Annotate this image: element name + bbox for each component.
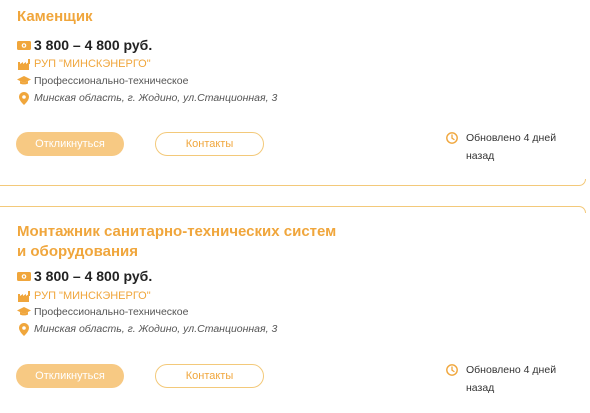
respond-button[interactable]: Откликнуться [16, 132, 124, 156]
education-row: Профессионально-техническое [17, 74, 188, 88]
clock-icon [445, 363, 459, 377]
updated-info: Обновлено 4 дней назад [445, 129, 566, 165]
education-text: Профессионально-техническое [34, 306, 189, 318]
vacancy-card: Монтажник санитарно-технических систем и… [0, 206, 590, 413]
respond-button[interactable]: Откликнуться [16, 364, 124, 388]
education-row: Профессионально-техническое [17, 305, 188, 319]
money-icon [17, 38, 31, 52]
updated-info: Обновлено 4 дней назад [445, 361, 566, 397]
card-border [0, 206, 586, 213]
vacancy-title-link[interactable]: Монтажник санитарно-технических систем и… [17, 222, 337, 262]
factory-icon [17, 57, 31, 71]
company-row: РУП "МИНСКЭНЕРГО" [17, 57, 151, 71]
address-text: Минская область, г. Жодино, ул.Станционн… [34, 92, 278, 104]
salary-text: 3 800 – 4 800 руб. [34, 37, 153, 53]
map-pin-icon [17, 91, 31, 105]
company-link[interactable]: РУП "МИНСКЭНЕРГО" [34, 58, 151, 70]
salary-row: 3 800 – 4 800 руб. [17, 268, 152, 284]
money-icon [17, 269, 31, 283]
address-row: Минская область, г. Жодино, ул.Станционн… [17, 91, 277, 105]
updated-text: Обновлено 4 дней назад [466, 364, 557, 394]
clock-icon [445, 131, 459, 145]
address-row: Минская область, г. Жодино, ул.Станционн… [17, 322, 277, 336]
company-row: РУП "МИНСКЭНЕРГО" [17, 289, 151, 303]
address-text: Минская область, г. Жодино, ул.Станционн… [34, 323, 278, 335]
education-text: Профессионально-техническое [34, 75, 189, 87]
vacancy-card: Каменщик 3 800 – 4 800 руб. РУП "МИНСКЭН… [0, 0, 590, 186]
company-link[interactable]: РУП "МИНСКЭНЕРГО" [34, 290, 151, 302]
map-pin-icon [17, 322, 31, 336]
vacancy-title-link[interactable]: Каменщик [17, 7, 337, 27]
updated-text: Обновлено 4 дней назад [466, 132, 557, 162]
contacts-button[interactable]: Контакты [155, 132, 264, 156]
card-border [0, 179, 586, 186]
factory-icon [17, 289, 31, 303]
graduation-cap-icon [17, 305, 31, 319]
salary-row: 3 800 – 4 800 руб. [17, 37, 152, 53]
salary-text: 3 800 – 4 800 руб. [34, 268, 153, 284]
contacts-button[interactable]: Контакты [155, 364, 264, 388]
graduation-cap-icon [17, 74, 31, 88]
